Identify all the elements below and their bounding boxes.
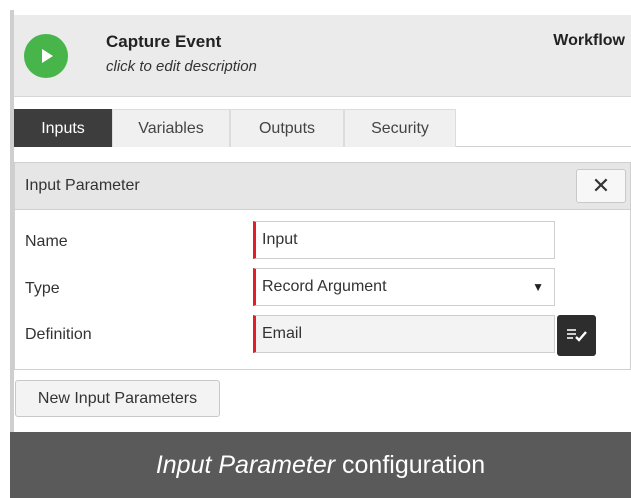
tab-security[interactable]: Security — [344, 109, 456, 147]
play-icon[interactable] — [24, 34, 68, 78]
type-select-value: Record Argument — [262, 278, 387, 295]
tab-bar: Inputs Variables Outputs Security — [14, 109, 631, 147]
name-label: Name — [25, 233, 68, 250]
workflow-description[interactable]: click to edit description — [106, 58, 257, 75]
new-input-parameters-button[interactable]: New Input Parameters — [15, 380, 220, 417]
tab-outputs[interactable]: Outputs — [230, 109, 344, 147]
type-select[interactable]: Record Argument ▼ — [253, 268, 555, 306]
close-icon[interactable]: ✕ — [576, 169, 626, 203]
workflow-title[interactable]: Capture Event — [106, 32, 221, 52]
panel-title: Input Parameter — [25, 177, 140, 194]
dropdown-arrow-icon: ▼ — [532, 280, 544, 294]
input-parameter-panel: Input Parameter ✕ Name Input Type Record… — [14, 162, 631, 370]
definition-field[interactable]: Email — [253, 315, 555, 353]
app-frame: Capture Event click to edit description … — [0, 0, 631, 498]
workflow-header: Capture Event click to edit description … — [14, 15, 631, 97]
type-label: Type — [25, 280, 60, 297]
tab-inputs[interactable]: Inputs — [14, 109, 112, 147]
panel-header: Input Parameter ✕ — [15, 163, 630, 210]
definition-label: Definition — [25, 326, 92, 343]
caption-italic: Input Parameter — [155, 451, 336, 479]
list-check-icon[interactable] — [557, 315, 596, 356]
name-field[interactable]: Input — [253, 221, 555, 259]
caption-rest: configuration — [335, 451, 486, 479]
workflow-label: Workflow — [553, 32, 625, 49]
tab-variables[interactable]: Variables — [112, 109, 230, 147]
figure-caption: Input Parameter configuration — [10, 432, 631, 498]
